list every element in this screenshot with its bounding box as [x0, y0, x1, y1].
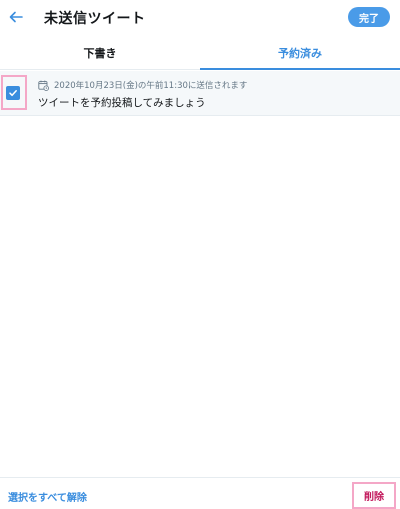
- tab-scheduled[interactable]: 予約済み: [200, 36, 400, 70]
- tweet-text: ツイートを予約投稿してみましょう: [38, 97, 206, 109]
- checkmark-icon: [9, 90, 17, 97]
- page-title: 未送信ツイート: [44, 11, 146, 27]
- item-checkbox[interactable]: [6, 86, 20, 100]
- header: 未送信ツイート 完了: [0, 0, 400, 36]
- done-button[interactable]: 完了: [348, 7, 390, 27]
- schedule-info: 2020年10月23日(金)の午前11:30に送信されます: [38, 79, 247, 91]
- arrow-left-icon: [9, 11, 23, 23]
- back-button[interactable]: [6, 7, 26, 27]
- tab-drafts[interactable]: 下書き: [0, 36, 200, 69]
- schedule-text: 2020年10月23日(金)の午前11:30に送信されます: [54, 81, 248, 91]
- delete-button[interactable]: 削除: [352, 482, 396, 509]
- clear-selection-button[interactable]: 選択をすべて解除: [8, 489, 87, 504]
- footer: 選択をすべて解除 削除: [0, 477, 400, 509]
- calendar-clock-icon: [38, 80, 49, 91]
- tab-bar: 下書き 予約済み: [0, 36, 400, 70]
- unsent-tweets-page: 未送信ツイート 完了 下書き 予約済み 2020年10月23日(金)の午前11:…: [0, 0, 400, 509]
